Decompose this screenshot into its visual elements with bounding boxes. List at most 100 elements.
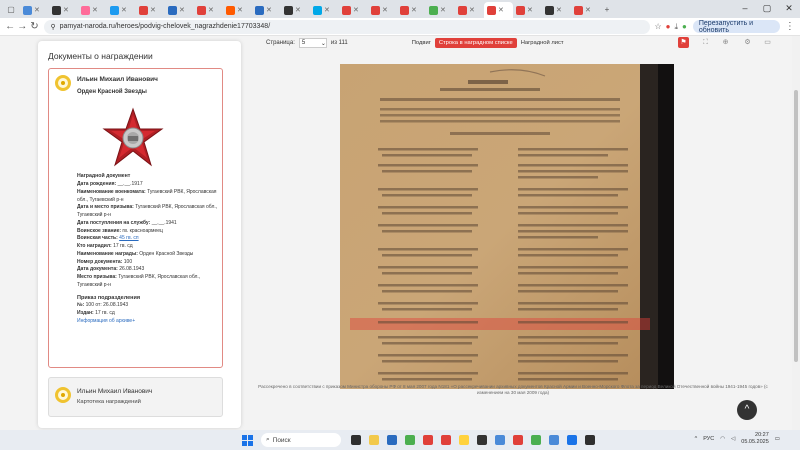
tab-close-icon[interactable]: ✕ [179,6,185,14]
browser-tab[interactable]: ✕ [49,2,78,18]
close-window-icon[interactable]: ✕ [778,0,800,16]
browser-tab[interactable]: ✕ [513,2,542,18]
menu-icon[interactable]: ⋮ [784,21,796,32]
browser-tab[interactable]: ✕ [542,2,571,18]
wifi-icon[interactable]: ◠ [720,436,725,442]
maximize-icon[interactable]: ▢ [756,0,778,16]
browser-tab[interactable]: ✕ [339,2,368,18]
comment-icon[interactable]: ▭ [762,37,773,48]
viewer-tab[interactable]: Наградной лист [517,38,568,48]
fullscreen-icon[interactable]: ⛶ [700,37,711,48]
browser-tab[interactable]: ✕ [571,2,600,18]
bookmark-star-icon[interactable]: ☆ [654,22,661,31]
notifications-icon[interactable]: ▭ [775,436,780,442]
page-select[interactable]: 5 ⌄ [298,38,327,48]
browser-tab[interactable]: ✕ [165,2,194,18]
taskbar-app-icon[interactable] [495,435,505,445]
browser-tab[interactable]: ✕ [281,2,310,18]
profile-icon[interactable]: ● [682,22,687,31]
tab-close-icon[interactable]: ✕ [150,6,156,14]
browser-tab[interactable]: ✕ [20,2,49,18]
archive-info-link[interactable]: Информация об архиве+ [77,318,219,326]
back-icon[interactable]: ← [4,21,16,32]
tab-close-icon[interactable]: ✕ [585,6,591,14]
tab-close-icon[interactable]: ✕ [382,6,388,14]
tab-close-icon[interactable]: ✕ [353,6,359,14]
zoom-icon[interactable]: ⊕ [720,37,731,48]
windows-start-icon[interactable] [242,434,253,446]
reload-icon[interactable]: ↻ [28,21,40,32]
page-scrollbar-thumb[interactable] [794,90,798,362]
viewer-tab[interactable]: Подвиг [408,38,435,48]
scroll-to-top-button[interactable]: ^ [737,400,757,420]
browser-tab[interactable]: ✕ [484,2,513,18]
tab-close-icon[interactable]: ✕ [469,6,475,14]
taskbar-search[interactable]: ⌕ Поиск [261,433,341,447]
taskbar-app-icon[interactable] [387,435,397,445]
clock[interactable]: 20:27 05.05.2025 [741,432,769,446]
taskbar-app-icon[interactable] [585,435,595,445]
taskbar-app-icon[interactable] [405,435,415,445]
tab-close-icon[interactable]: ✕ [92,6,98,14]
tab-close-icon[interactable]: ✕ [556,6,562,14]
taskbar-app-icon[interactable] [459,435,469,445]
browser-tab[interactable]: ✕ [107,2,136,18]
tab-close-icon[interactable]: ✕ [237,6,243,14]
tab-close-icon[interactable]: ✕ [324,6,330,14]
browser-tab[interactable]: ✕ [397,2,426,18]
taskbar-app-icon[interactable] [549,435,559,445]
card-subtitle: Картотека награждений [77,399,141,405]
page-scrollbar[interactable] [792,36,800,430]
relaunch-button[interactable]: Перезапустить и обновить [692,20,780,34]
taskbar-app-icon[interactable] [567,435,577,445]
extension-icon[interactable]: ● [666,22,671,31]
tray-chevron-icon[interactable]: ^ [695,436,698,442]
taskbar-app-icon[interactable] [423,435,433,445]
bookmark-tool-icon[interactable]: ⚑ [678,37,689,48]
viewer-tab[interactable]: Строка в наградном списке [434,38,517,48]
tab-actions-icon[interactable]: ▢ [4,3,18,15]
volume-icon[interactable]: ◁ [731,436,735,442]
tab-close-icon[interactable]: ✕ [295,6,301,14]
taskbar-app-icon[interactable] [369,435,379,445]
browser-tab[interactable]: ✕ [426,2,455,18]
download-icon[interactable]: ⤓ [674,22,678,32]
browser-tab[interactable]: ✕ [223,2,252,18]
detail-value: 100 [123,258,133,265]
browser-tab[interactable]: ✕ [136,2,165,18]
detail-row: Кто наградил: 17 гв. сд [77,243,219,251]
address-bar[interactable]: ⚲ pamyat-naroda.ru/heroes/podvig-chelove… [44,19,651,34]
settings-icon[interactable]: ⚙ [742,37,753,48]
tab-close-icon[interactable]: ✕ [208,6,214,14]
award-card-selected[interactable]: Ильин Михаил Иванович Орден Красной Звез… [48,68,223,368]
tab-close-icon[interactable]: ✕ [63,6,69,14]
tab-close-icon[interactable]: ✕ [498,6,504,14]
browser-tab[interactable]: ✕ [78,2,107,18]
taskbar-app-icon[interactable] [513,435,523,445]
minimize-icon[interactable]: – [734,0,756,16]
taskbar-app-icon[interactable] [351,435,361,445]
new-tab-icon[interactable]: + [600,3,614,15]
taskbar-app-icon[interactable] [477,435,487,445]
site-info-icon[interactable]: ⚲ [50,23,55,31]
taskbar-app-icon[interactable] [441,435,451,445]
browser-tab[interactable]: ✕ [455,2,484,18]
tab-favicon-icon [23,5,32,15]
browser-tab[interactable]: ✕ [252,2,281,18]
tab-close-icon[interactable]: ✕ [411,6,417,14]
language-indicator[interactable]: РУС [703,436,714,442]
military-unit-link[interactable]: 45 гв. сп [119,235,138,241]
tab-close-icon[interactable]: ✕ [266,6,272,14]
tab-close-icon[interactable]: ✕ [121,6,127,14]
tab-close-icon[interactable]: ✕ [527,6,533,14]
scanned-document[interactable] [340,64,674,389]
award-card-secondary[interactable]: Ильин Михаил Иванович Картотека награжде… [48,377,223,417]
forward-icon[interactable]: → [16,21,28,32]
browser-tab[interactable]: ✕ [368,2,397,18]
detail-value: гв. красноармеец [122,227,163,234]
tab-close-icon[interactable]: ✕ [34,6,40,14]
tab-close-icon[interactable]: ✕ [440,6,446,14]
taskbar-app-icon[interactable] [531,435,541,445]
browser-tab[interactable]: ✕ [310,2,339,18]
browser-tab[interactable]: ✕ [194,2,223,18]
